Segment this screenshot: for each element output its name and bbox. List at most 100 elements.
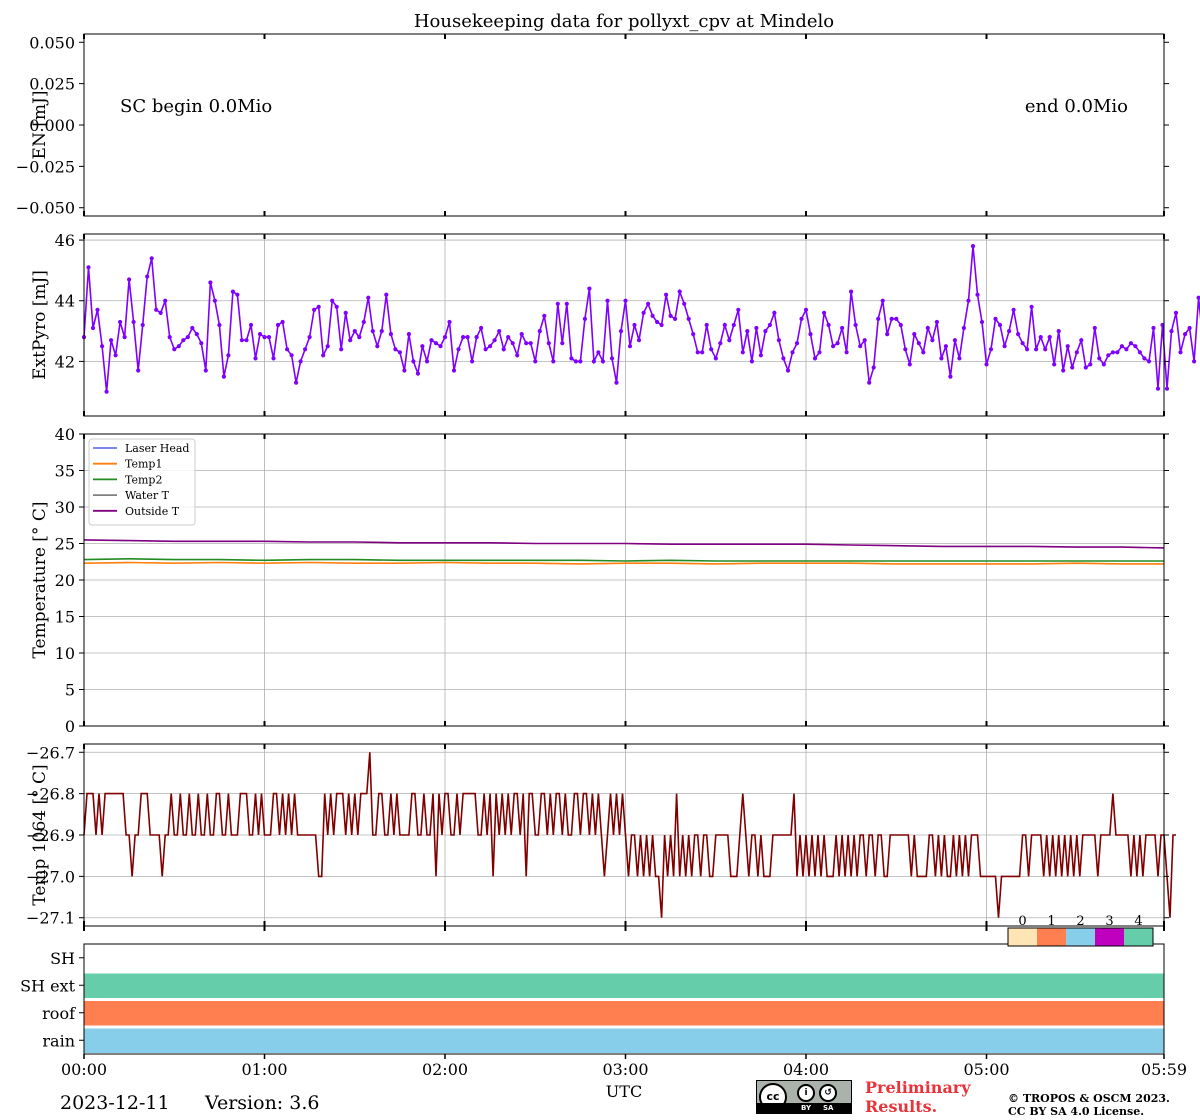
extpyro-data-point — [393, 347, 398, 352]
extpyro-data-point — [397, 350, 402, 355]
housekeeping-figure: Housekeeping data for pollyxt_cpv at Min… — [16, 11, 1200, 1101]
status-bar-SH-ext — [84, 973, 1164, 998]
extpyro-data-point — [1034, 347, 1039, 352]
temperature-ylabel: Temperature [° C] — [30, 502, 50, 659]
extpyro-data-point — [564, 301, 569, 306]
extpyro-data-point — [921, 350, 926, 355]
extpyro-data-point — [1151, 325, 1156, 331]
extpyro-data-point — [582, 316, 588, 321]
extpyro-data-point — [898, 322, 903, 328]
extpyro-data-point — [993, 316, 998, 321]
extpyro-data-point — [451, 368, 457, 373]
extpyro-data-point — [253, 356, 258, 361]
extpyro-data-point — [339, 347, 344, 352]
extpyro-data-point — [1187, 325, 1192, 331]
extpyro-data-point — [776, 338, 782, 343]
extpyro-data-point — [871, 365, 876, 370]
date-label: 2023-12-11 — [60, 1092, 170, 1114]
legend-entry: Temp2 — [125, 473, 162, 486]
extpyro-data-point — [163, 298, 168, 303]
y-tick-label: 15 — [55, 608, 75, 627]
extpyro-data-point — [650, 313, 655, 318]
extpyro-data-point — [158, 310, 163, 315]
extpyro-data-point — [271, 356, 276, 361]
extpyro-data-point — [334, 304, 339, 309]
extpyro-data-point — [930, 338, 935, 343]
extpyro-data-point — [136, 368, 141, 373]
figure-title: Housekeeping data for pollyxt_cpv at Min… — [414, 11, 834, 32]
extpyro-data-point — [1007, 329, 1012, 334]
colorbar-tick-label: 2 — [1076, 914, 1084, 929]
extpyro-data-point — [524, 341, 529, 346]
extpyro-data-point — [384, 292, 389, 297]
extpyro-data-point — [713, 356, 718, 361]
temperature-legend: Laser Head Temp1 Temp2 Water T Outside T — [88, 438, 196, 526]
extpyro-data-point — [970, 244, 976, 249]
extpyro-data-point — [551, 359, 556, 364]
extpyro-data-point — [808, 332, 813, 337]
extpyro-data-point — [578, 359, 583, 364]
y-tick-label: 46 — [55, 231, 75, 250]
extpyro-data-point — [885, 332, 890, 337]
extpyro-data-point — [876, 316, 881, 321]
colorbar-cell — [1008, 928, 1037, 946]
extpyro-data-point — [406, 332, 411, 337]
extpyro-data-point — [167, 335, 172, 340]
extpyro-data-point — [677, 289, 682, 294]
legend-entry: Temp1 — [125, 458, 162, 471]
extpyro-data-point — [235, 292, 240, 297]
extpyro-data-point — [357, 335, 362, 340]
preliminary-line-2: Results. — [865, 1097, 938, 1116]
extpyro-data-point — [1101, 362, 1106, 367]
legend-entry: Outside T — [125, 505, 180, 518]
extpyro-data-point — [614, 380, 619, 385]
extpyro-data-point — [817, 350, 822, 355]
extpyro-data-point — [433, 341, 439, 346]
copyright-line-2: CC BY SA 4.0 License. — [1008, 1105, 1145, 1118]
status-bar-rain — [84, 1028, 1164, 1053]
x-tick-label: 05:59 — [1141, 1060, 1187, 1079]
extpyro-data-point — [483, 347, 488, 352]
extpyro-data-point — [307, 335, 312, 340]
energy-panel: 0.0500.0250.000−0.025−0.050EN [mJ] SC beg… — [16, 33, 1169, 218]
extpyro-data-point — [988, 347, 994, 352]
temperature-series-line-4 — [83, 539, 1165, 549]
extpyro-data-point — [632, 322, 637, 328]
extpyro-data-point — [835, 341, 840, 346]
extpyro-data-point — [1052, 362, 1057, 367]
extpyro-data-point — [330, 298, 335, 303]
extpyro-data-point — [1088, 362, 1093, 367]
legend-entry: Laser Head — [125, 442, 189, 455]
temperature-series-line-2 — [83, 557, 1164, 562]
extpyro-data-point — [1002, 344, 1007, 349]
y-tick-label: 20 — [55, 571, 75, 590]
extpyro-data-point — [131, 319, 136, 325]
extpyro-data-point — [86, 265, 91, 270]
extpyro-data-point — [411, 359, 416, 364]
status-row-label: SH ext — [20, 976, 75, 995]
y-tick-label: 42 — [55, 352, 75, 371]
extpyro-data-point — [659, 322, 664, 328]
extpyro-data-point — [1016, 332, 1021, 337]
extpyro-data-point — [208, 280, 213, 285]
extpyro-data-point — [442, 335, 448, 340]
status-bar-roof — [84, 1001, 1164, 1026]
extpyro-data-point — [289, 353, 294, 358]
extpyro-data-point — [600, 359, 606, 364]
extpyro-data-point — [190, 325, 195, 331]
extpyro-data-point — [370, 329, 375, 334]
extpyro-data-point — [303, 347, 308, 352]
extpyro-data-point — [975, 292, 980, 297]
extpyro-data-point — [916, 341, 921, 346]
extpyro-data-point — [718, 341, 723, 346]
extpyro-data-point — [1079, 338, 1084, 343]
extpyro-data-point — [194, 332, 199, 337]
extpyro-data-point — [285, 347, 290, 352]
extpyro-data-point — [912, 332, 917, 337]
extpyro-data-point — [790, 350, 795, 355]
by-icon: i — [797, 1084, 815, 1102]
sc-begin-annotation: SC begin 0.0Mio — [120, 96, 272, 117]
y-tick-label: 0.050 — [29, 33, 75, 52]
extpyro-data-point — [176, 344, 181, 349]
extpyro-data-point — [763, 329, 768, 334]
